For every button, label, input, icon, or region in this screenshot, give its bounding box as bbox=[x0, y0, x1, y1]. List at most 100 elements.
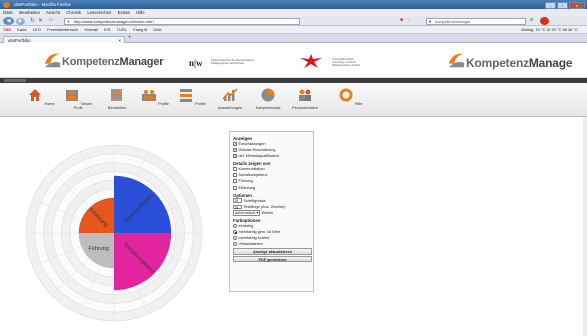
toolbar-edit-button[interactable]: Bearbeiten bbox=[102, 85, 132, 110]
radio[interactable] bbox=[233, 236, 237, 241]
tab-title: ubsPortfolio bbox=[8, 37, 31, 43]
menu-lesezeichen[interactable]: Lesezeichen bbox=[87, 10, 111, 15]
site-icon: ● bbox=[67, 18, 71, 25]
profiles-icon bbox=[142, 90, 157, 101]
url-bar[interactable]: ● http://www.kompetenzmanager.ch/index.c… bbox=[64, 17, 300, 25]
checkbox[interactable]: ✓ bbox=[233, 148, 237, 153]
checkbox[interactable] bbox=[233, 185, 237, 190]
radio[interactable] bbox=[233, 230, 237, 235]
back-icon[interactable]: ◀ bbox=[3, 17, 14, 25]
bookmark-leo[interactable]: LEO bbox=[33, 27, 41, 32]
menu-chronik[interactable]: Chronik bbox=[66, 10, 81, 15]
bookmark-hotmail[interactable]: Hotmail bbox=[84, 27, 98, 32]
menu-extras[interactable]: Extras bbox=[118, 10, 130, 15]
new-tab-icon[interactable]: + bbox=[128, 35, 132, 41]
navigation-bar: ◀ ▶ ↻ ✕ ⌂ ● http://www.kompetenzmanager.… bbox=[0, 16, 587, 26]
profiles-compare-icon bbox=[180, 89, 193, 102]
weather-status: Wolkig, 19 °C Di 23 °C Mi 26 °C bbox=[521, 27, 578, 32]
minimize-button[interactable]: – bbox=[545, 2, 556, 9]
details-option[interactable]: Erfahrung bbox=[233, 185, 310, 191]
chart-icon bbox=[222, 88, 238, 101]
stop-icon[interactable]: ✕ bbox=[38, 17, 43, 24]
firefox-icon bbox=[3, 1, 10, 8]
checkbox[interactable]: ✓ bbox=[233, 142, 237, 146]
menu-datei[interactable]: Datei bbox=[3, 10, 13, 15]
update-display-button[interactable]: Anzeige aktualisieren bbox=[233, 248, 312, 255]
checkbox[interactable]: ✓ bbox=[233, 154, 237, 159]
text-length-input[interactable]: 25 bbox=[233, 204, 242, 209]
kompetenzmanager-logo-right: KompetenzManage bbox=[466, 56, 573, 70]
menu-bearbeiten[interactable]: Bearbeiten bbox=[19, 10, 40, 15]
option-label: def. Minimalqualifikation bbox=[238, 154, 280, 159]
option-label: Führung bbox=[238, 179, 253, 184]
pie-icon bbox=[261, 88, 275, 102]
toolbar-kompetenzrad-button[interactable]: Kompetenzrad bbox=[253, 85, 283, 110]
bookmark-turl[interactable]: TURL bbox=[117, 27, 127, 32]
page-scrollbar[interactable] bbox=[583, 117, 587, 336]
option-label: Verlaufsfarben bbox=[238, 242, 264, 247]
reload-icon[interactable]: ↻ bbox=[30, 17, 35, 24]
option-label: Globale Einschätzung bbox=[238, 148, 276, 153]
bookmark-gekl[interactable]: Gekl bbox=[153, 27, 161, 32]
fhnw-text: Fachhochschule Nordwestschweiz Pädagogisc… bbox=[211, 58, 254, 66]
toolbar-help-button[interactable]: Hilfe bbox=[335, 85, 365, 106]
tab-bar: ubsPortfolio × + bbox=[0, 34, 587, 43]
toolbar-profiles-compare-button[interactable]: Profile bbox=[177, 85, 207, 106]
anzeigen-option[interactable]: ✓ def. Minimalqualifikation bbox=[233, 153, 310, 159]
menu-hilfe[interactable]: Hilfe bbox=[136, 10, 145, 15]
bookmark-karte[interactable]: Karte bbox=[17, 27, 27, 32]
home-icon-browser[interactable]: ⌂ bbox=[49, 17, 53, 23]
option-label: Kommunikation bbox=[238, 167, 265, 172]
font-size-label: Schriftgrösse bbox=[243, 198, 266, 203]
color-option[interactable]: Verlaufsfarben bbox=[233, 241, 310, 247]
search-icon[interactable]: ⌕ bbox=[530, 17, 533, 24]
toolbar-home-button[interactable]: Home bbox=[26, 85, 56, 106]
bookmark-star-icon[interactable]: ■ bbox=[400, 17, 403, 23]
uzh-logo-icon bbox=[300, 54, 322, 68]
search-input[interactable]: ● kompetenzmanager bbox=[426, 17, 526, 25]
abp-icon[interactable] bbox=[540, 17, 549, 25]
new-profile-icon bbox=[65, 90, 78, 101]
forward-icon[interactable]: ▶ bbox=[16, 17, 25, 25]
close-window-button[interactable]: x bbox=[569, 2, 585, 9]
bookmark-fawg[interactable]: Fawg.ilt bbox=[133, 27, 147, 32]
option-label: Einschätzungen bbox=[238, 142, 266, 146]
angle-row: automatisch ▾ Winkel bbox=[233, 209, 310, 216]
maximize-button[interactable]: ▫ bbox=[557, 2, 568, 9]
option-label: einfarbig bbox=[238, 223, 254, 228]
font-size-input[interactable]: 15 bbox=[233, 198, 242, 203]
checkbox[interactable] bbox=[233, 167, 237, 172]
menu-ansicht[interactable]: Ansicht bbox=[46, 10, 60, 15]
radio[interactable] bbox=[233, 223, 237, 228]
window-titlebar: ubsPortfolio - Mozilla Firefox – ▫ x bbox=[0, 0, 587, 9]
site-header: KompetenzManager n|w Fachhochschule Nord… bbox=[0, 43, 587, 78]
fhnw-logo: n|w bbox=[189, 58, 203, 68]
wheel-label-führung: Führung bbox=[88, 246, 109, 252]
star-icon[interactable]: ☆ bbox=[407, 17, 411, 23]
help-icon bbox=[339, 88, 353, 102]
checkbox[interactable] bbox=[233, 179, 237, 184]
search-engine-icon: ● bbox=[428, 18, 432, 25]
generate-pdf-button[interactable]: PDF generieren bbox=[233, 255, 312, 263]
option-label: Sozialkompetenz bbox=[238, 173, 268, 178]
radio[interactable] bbox=[233, 242, 237, 247]
bookmarks-bar: SBB Karte LEO Fremdwörterbuch Hotmail EI… bbox=[0, 26, 587, 34]
text-length-label: Textlänge (Anz. Zeichen) bbox=[243, 204, 286, 209]
checkbox[interactable] bbox=[233, 173, 237, 178]
bookmark-eis[interactable]: EIS bbox=[104, 27, 110, 32]
tab-ubsportfolio[interactable]: ubsPortfolio × bbox=[3, 35, 125, 43]
app-toolbar: Home Neues Profil Bearbeiten Profile Pro… bbox=[0, 83, 587, 117]
bookmark-fremdwoerterbuch[interactable]: Fremdwörterbuch bbox=[47, 27, 78, 32]
kompetenzmanager-logo: KompetenzManager bbox=[62, 56, 164, 68]
angle-select[interactable]: automatisch ▾ bbox=[233, 209, 261, 216]
bookmark-sbb[interactable]: SBB bbox=[3, 27, 11, 32]
angle-label: Winkel bbox=[261, 210, 273, 215]
toolbar-evaluations-button[interactable]: Auswertungen bbox=[215, 85, 245, 110]
url-text: http://www.kompetenzmanager.ch/index.cfm… bbox=[74, 18, 155, 24]
search-text: kompetenzmanager bbox=[435, 18, 471, 24]
toolbar-personal-data-button[interactable]: Personendaten bbox=[290, 85, 320, 110]
kompetenzrad-chart: KommunikationSozialkompetenzFührungErfah… bbox=[25, 144, 203, 322]
toolbar-profiles-button[interactable]: Profile bbox=[140, 85, 170, 106]
sub-nav-button[interactable] bbox=[4, 78, 26, 83]
toolbar-new-profile-button[interactable]: Neues Profil bbox=[63, 85, 93, 110]
